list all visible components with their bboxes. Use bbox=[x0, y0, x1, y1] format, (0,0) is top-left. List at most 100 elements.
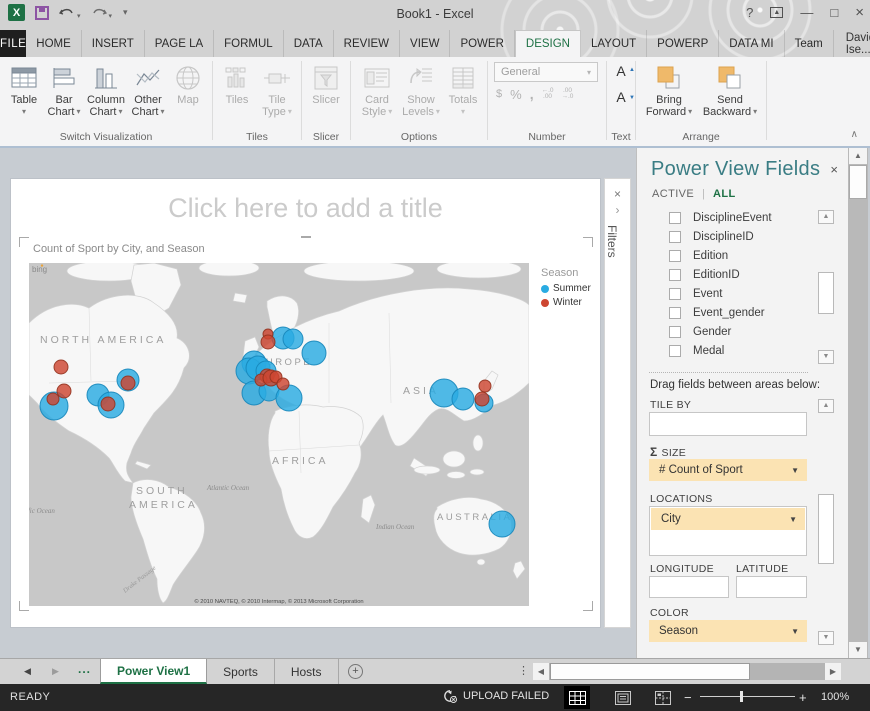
tiles-button[interactable]: Tiles bbox=[217, 59, 257, 106]
zoom-slider-track[interactable] bbox=[700, 696, 795, 697]
number-format-select[interactable]: General ▾ bbox=[494, 62, 598, 82]
field-checkbox[interactable] bbox=[669, 212, 681, 224]
normal-view-button[interactable] bbox=[564, 686, 590, 709]
map-button[interactable]: Map bbox=[168, 59, 208, 106]
sheet-tab-sports[interactable]: Sports bbox=[207, 659, 275, 684]
field-dropdown-icon[interactable]: ▼ bbox=[789, 515, 797, 524]
field-checkbox[interactable] bbox=[669, 307, 681, 319]
power-view-canvas[interactable]: Click here to add a title Count of Sport… bbox=[10, 178, 601, 628]
tab-powerp[interactable]: POWERP bbox=[647, 30, 719, 57]
decrease-decimal-icon[interactable]: .00→.0 bbox=[562, 88, 574, 101]
scroll-thumb[interactable] bbox=[849, 165, 867, 199]
filters-pane-collapsed[interactable]: × › Filters bbox=[604, 178, 631, 628]
field-checkbox[interactable] bbox=[669, 231, 681, 243]
map-chart-container[interactable]: Count of Sport by City, and Season bbox=[19, 237, 593, 611]
map-bubble-winter[interactable] bbox=[277, 378, 289, 390]
scroll-down-icon[interactable]: ▼ bbox=[818, 350, 834, 364]
field-checkbox[interactable] bbox=[669, 269, 681, 281]
scroll-down-icon[interactable]: ▼ bbox=[818, 631, 834, 645]
tab-team[interactable]: Team bbox=[785, 30, 834, 57]
help-icon[interactable]: ? bbox=[746, 5, 753, 20]
scroll-up-icon[interactable]: ▲ bbox=[818, 210, 834, 224]
sheet-tab-power-view1[interactable]: Power View1 bbox=[100, 659, 207, 684]
tile-type-button[interactable]: Tile Type▾ bbox=[257, 59, 297, 118]
legend-item[interactable]: Summer bbox=[541, 283, 597, 294]
totals-button[interactable]: Totals ▾ bbox=[443, 59, 483, 118]
world-map[interactable]: NORTH AMERICA EUROPE ASIA AFRICA SOUTH A… bbox=[29, 263, 529, 606]
field-checkbox[interactable] bbox=[669, 345, 681, 357]
page-break-view-button[interactable] bbox=[650, 686, 676, 709]
bring-forward-button[interactable]: Bring Forward▾ bbox=[640, 59, 698, 118]
tab-home[interactable]: HOME bbox=[26, 30, 82, 57]
tile-by-well[interactable] bbox=[649, 412, 807, 436]
tab-splitter-icon[interactable]: ⋮ bbox=[518, 664, 529, 677]
slicer-button[interactable]: Slicer bbox=[306, 59, 346, 106]
legend-item[interactable]: Winter bbox=[541, 297, 597, 308]
canvas-title-placeholder[interactable]: Click here to add a title bbox=[11, 193, 600, 224]
longitude-well[interactable] bbox=[649, 576, 729, 598]
latitude-well[interactable] bbox=[736, 576, 807, 598]
map-bubble-winter[interactable] bbox=[475, 392, 489, 406]
minimize-icon[interactable]: — bbox=[800, 5, 813, 20]
horizontal-scrollbar[interactable]: ◀ ▶ bbox=[533, 663, 841, 680]
color-well[interactable]: Season ▼ bbox=[649, 620, 807, 642]
maximize-icon[interactable]: □ bbox=[830, 5, 838, 20]
field-row[interactable]: Gender bbox=[653, 322, 803, 341]
field-dropdown-icon[interactable]: ▼ bbox=[791, 466, 799, 475]
scroll-right-icon[interactable]: ▶ bbox=[825, 663, 841, 680]
map-bubble-winter[interactable] bbox=[261, 335, 275, 349]
map-bubble-winter[interactable] bbox=[101, 397, 115, 411]
tab-layout[interactable]: LAYOUT bbox=[581, 30, 647, 57]
tab-data-mi[interactable]: DATA MI bbox=[719, 30, 784, 57]
upload-status[interactable]: UPLOAD FAILED bbox=[443, 689, 549, 703]
increase-decimal-icon[interactable]: ←.0.00 bbox=[542, 88, 554, 101]
tab-formul[interactable]: FORMUL bbox=[214, 30, 284, 57]
map-bubble-winter[interactable] bbox=[479, 380, 491, 392]
field-dropdown-icon[interactable]: ▼ bbox=[791, 627, 799, 636]
field-row[interactable]: EditionID bbox=[653, 265, 803, 284]
locations-well[interactable]: City ▼ bbox=[649, 506, 807, 556]
scroll-up-icon[interactable]: ▲ bbox=[818, 399, 834, 413]
map-bubble-winter[interactable] bbox=[54, 360, 68, 374]
zoom-out-icon[interactable]: − bbox=[684, 690, 692, 705]
show-levels-button[interactable]: Show Levels▾ bbox=[399, 59, 443, 118]
map-bubble-summer[interactable] bbox=[489, 511, 515, 537]
decrease-font-button[interactable]: A ▼ bbox=[611, 87, 631, 109]
card-style-button[interactable]: Card Style▾ bbox=[355, 59, 399, 118]
other-chart-button[interactable]: Other Chart▾ bbox=[128, 59, 168, 118]
field-row[interactable]: Event_gender bbox=[653, 303, 803, 322]
size-field-pill[interactable]: # Count of Sport ▼ bbox=[649, 459, 807, 481]
color-field-pill[interactable]: Season ▼ bbox=[649, 620, 807, 642]
tab-design[interactable]: DESIGN bbox=[515, 30, 581, 57]
tab-all-fields[interactable]: ALL bbox=[713, 188, 736, 200]
bar-chart-button[interactable]: Bar Chart▾ bbox=[44, 59, 84, 118]
scroll-left-icon[interactable]: ◀ bbox=[533, 663, 549, 680]
close-icon[interactable]: × bbox=[855, 4, 864, 21]
vertical-scrollbar[interactable]: ▲ ▼ bbox=[848, 148, 868, 658]
map-bubble-summer[interactable] bbox=[452, 388, 474, 410]
page-layout-view-button[interactable] bbox=[610, 686, 636, 709]
comma-style-icon[interactable]: , bbox=[530, 86, 534, 102]
field-checkbox[interactable] bbox=[669, 288, 681, 300]
new-sheet-button[interactable]: + bbox=[348, 664, 363, 679]
field-row[interactable]: Medal bbox=[653, 341, 803, 360]
tab-insert[interactable]: INSERT bbox=[82, 30, 145, 57]
selection-handle[interactable] bbox=[301, 236, 311, 238]
send-backward-button[interactable]: Send Backward▾ bbox=[698, 59, 762, 118]
bing-map[interactable]: NORTH AMERICA EUROPE ASIA AFRICA SOUTH A… bbox=[29, 263, 529, 606]
field-list-scrollbar[interactable]: ▲ ▼ bbox=[818, 210, 834, 364]
field-checkbox[interactable] bbox=[669, 250, 681, 262]
zoom-level[interactable]: 100% bbox=[821, 691, 849, 703]
more-sheets-button[interactable]: ... bbox=[78, 662, 91, 676]
map-bubble-winter[interactable] bbox=[47, 393, 59, 405]
tab-data[interactable]: DATA bbox=[284, 30, 334, 57]
table-button[interactable]: Table ▾ bbox=[4, 59, 44, 118]
size-well[interactable]: # Count of Sport ▼ bbox=[649, 459, 807, 481]
tab-power[interactable]: POWER bbox=[450, 30, 514, 57]
scroll-thumb[interactable] bbox=[818, 494, 834, 564]
filters-expand-icon[interactable]: › bbox=[605, 203, 630, 217]
field-row[interactable]: DisciplineEvent bbox=[653, 208, 803, 227]
collapse-ribbon-icon[interactable]: ∧ bbox=[851, 129, 858, 140]
tab-review[interactable]: REVIEW bbox=[334, 30, 400, 57]
ribbon-display-options-icon[interactable]: ▲ bbox=[770, 7, 783, 18]
